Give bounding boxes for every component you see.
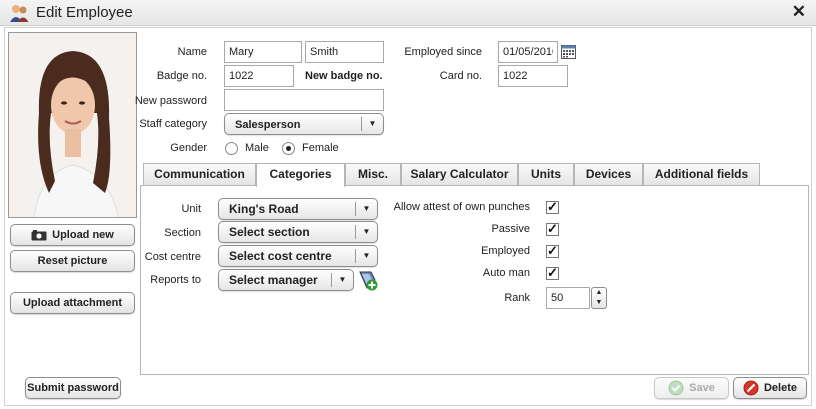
tab-misc[interactable]: Misc.	[345, 163, 401, 186]
delete-button[interactable]: Delete	[733, 377, 807, 399]
new-badge-link[interactable]: New badge no.	[305, 70, 383, 82]
upload-attachment-button[interactable]: Upload attachment	[10, 292, 135, 314]
chevron-down-icon: ▼	[361, 117, 383, 131]
card-label: Card no.	[439, 70, 482, 82]
submit-password-button[interactable]: Submit password	[25, 377, 121, 399]
save-button[interactable]: Save	[654, 377, 729, 399]
add-manager-icon[interactable]	[357, 270, 379, 292]
tab-additional-fields[interactable]: Additional fields	[643, 163, 760, 186]
new-password-label: New password	[134, 95, 207, 107]
rank-label: Rank	[504, 292, 530, 304]
staff-category-label: Staff category	[139, 118, 207, 130]
reports-to-label: Reports to	[150, 274, 201, 286]
allow-attest-checkbox[interactable]	[546, 199, 559, 215]
rank-increment-icon[interactable]: ▲	[592, 288, 606, 298]
cost-centre-value: Select cost centre	[229, 249, 332, 263]
title-bar: Edit Employee ✕	[0, 0, 816, 26]
tab-categories-overlay[interactable]: Categories	[256, 163, 345, 187]
upload-portrait-button[interactable]: Upload new portrait	[10, 224, 135, 261]
section-label: Section	[164, 227, 201, 239]
checkmark-icon	[668, 380, 684, 396]
card-input[interactable]	[498, 65, 568, 87]
delete-label: Delete	[763, 382, 798, 394]
section-value: Select section	[229, 225, 310, 239]
employed-checkbox[interactable]	[546, 243, 559, 259]
staff-category-select[interactable]: Salesperson ▼	[224, 113, 384, 135]
camera-icon	[31, 229, 47, 241]
new-password-input[interactable]	[224, 89, 384, 111]
section-select[interactable]: Select section ▼	[218, 221, 378, 243]
chevron-down-icon: ▼	[355, 249, 377, 263]
employed-label: Employed	[481, 245, 530, 257]
reports-to-select[interactable]: Select manager ▼	[218, 269, 354, 291]
gender-female-label: Female	[302, 142, 339, 154]
passive-checkbox[interactable]	[546, 221, 559, 237]
rank-stepper[interactable]: ▲ ▼	[591, 287, 607, 309]
calendar-icon[interactable]	[561, 44, 576, 59]
unit-select[interactable]: King's Road ▼	[218, 198, 378, 220]
employee-portrait	[8, 32, 137, 218]
rank-decrement-icon[interactable]: ▼	[592, 298, 606, 308]
tab-devices[interactable]: Devices	[574, 163, 643, 186]
staff-category-value: Salesperson	[235, 119, 301, 131]
save-label: Save	[689, 382, 715, 394]
reset-picture-button[interactable]: Reset picture	[10, 250, 135, 272]
gender-male-radio[interactable]	[225, 142, 238, 155]
auto-man-checkbox[interactable]	[546, 265, 559, 281]
gender-female-radio[interactable]	[282, 142, 295, 155]
employed-since-input[interactable]	[498, 41, 558, 63]
auto-man-label: Auto man	[482, 267, 530, 279]
rank-input[interactable]	[546, 287, 590, 309]
tab-units[interactable]: Units	[518, 163, 574, 186]
first-name-input[interactable]	[224, 41, 302, 63]
employee-icon	[10, 5, 29, 22]
gender-label: Gender	[170, 142, 207, 154]
last-name-input[interactable]	[305, 41, 384, 63]
tab-salary-calculator[interactable]: Salary Calculator	[401, 163, 518, 186]
unit-value: King's Road	[229, 202, 299, 216]
close-icon[interactable]: ✕	[792, 2, 806, 22]
gender-male-label: Male	[245, 142, 269, 154]
chevron-down-icon: ▼	[355, 202, 377, 216]
no-entry-icon	[743, 380, 759, 396]
name-label: Name	[177, 46, 207, 58]
cost-centre-label: Cost centre	[144, 251, 201, 263]
reports-to-value: Select manager	[229, 273, 318, 287]
badge-label: Badge no.	[156, 70, 207, 82]
chevron-down-icon: ▼	[355, 225, 377, 239]
cost-centre-select[interactable]: Select cost centre ▼	[218, 245, 378, 267]
window-title: Edit Employee	[36, 4, 133, 21]
tab-communication[interactable]: Communication	[143, 163, 256, 186]
badge-input[interactable]	[224, 65, 294, 87]
allow-attest-label: Allow attest of own punches	[393, 201, 530, 213]
chevron-down-icon: ▼	[331, 273, 353, 287]
passive-label: Passive	[491, 223, 530, 235]
employed-since-label: Employed since	[404, 46, 482, 58]
unit-label: Unit	[181, 203, 201, 215]
